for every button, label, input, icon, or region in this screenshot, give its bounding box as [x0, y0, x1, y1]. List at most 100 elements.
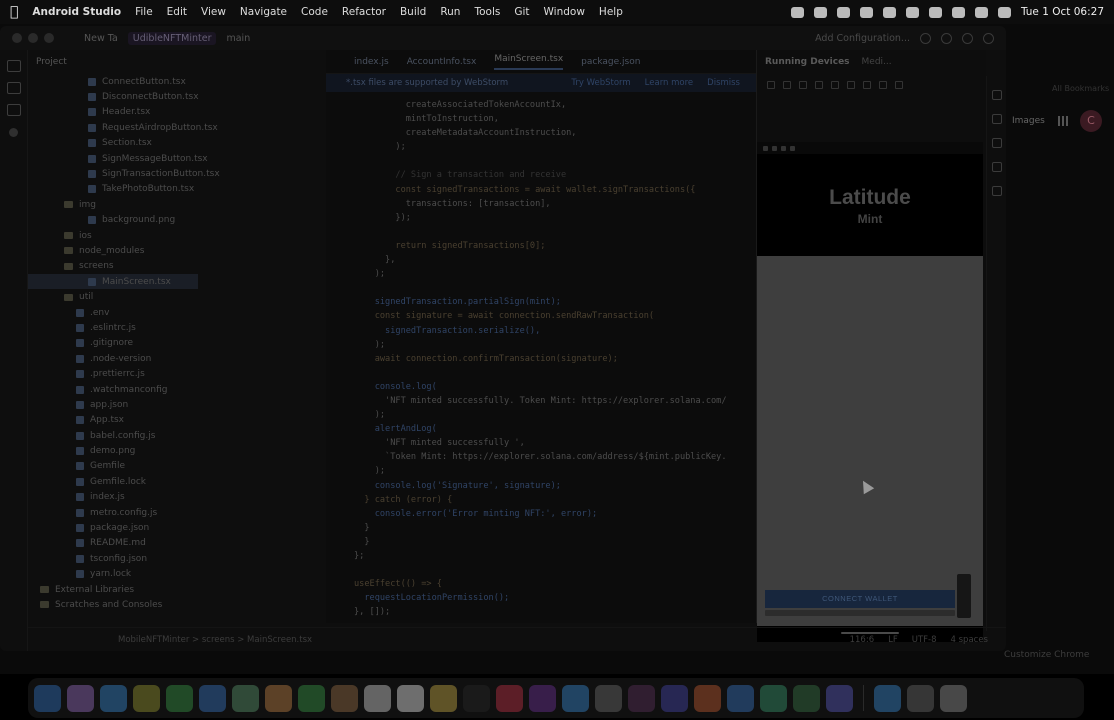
- power-icon[interactable]: [767, 81, 775, 89]
- dock-settings-icon[interactable]: [595, 684, 622, 712]
- dock-vpn-icon[interactable]: [727, 684, 754, 712]
- gradle-icon[interactable]: [991, 114, 1002, 124]
- tree-item[interactable]: TakePhotoButton.tsx: [28, 182, 318, 197]
- emulator-screen[interactable]: Latitude Mint CONNECT WALLET: [757, 142, 983, 642]
- zoom-window-button[interactable]: [44, 33, 54, 43]
- structure-tool-icon[interactable]: [6, 104, 21, 116]
- notifications-icon[interactable]: [991, 90, 1002, 100]
- code-line[interactable]: );: [326, 410, 756, 424]
- new-tab-label[interactable]: New Ta: [84, 33, 118, 44]
- dock-notes-icon[interactable]: [430, 684, 457, 712]
- try-webstorm-link[interactable]: Try WebStorm: [571, 78, 630, 88]
- menu-view[interactable]: View: [201, 6, 226, 18]
- code-line[interactable]: },: [326, 255, 756, 269]
- menu-code[interactable]: Code: [301, 6, 328, 18]
- tree-item[interactable]: tsconfig.json: [28, 551, 318, 566]
- code-line[interactable]: return signedTransactions[0];: [326, 241, 756, 255]
- tree-item[interactable]: ios: [28, 228, 318, 243]
- search-icon[interactable]: [951, 6, 965, 18]
- battery-icon[interactable]: [905, 6, 919, 18]
- dock-xcode-icon[interactable]: [874, 684, 901, 712]
- device-tab[interactable]: Medi...: [862, 57, 892, 67]
- wifi-icon[interactable]: [928, 6, 942, 18]
- line-separator[interactable]: LF: [888, 635, 898, 645]
- code-line[interactable]: const signedTransactions = await wallet.…: [326, 185, 756, 199]
- code-line[interactable]: createMetadataAccountInstruction,: [326, 128, 756, 142]
- tree-item[interactable]: .env: [28, 305, 318, 320]
- tree-item[interactable]: Gemfile: [28, 459, 318, 474]
- tree-item[interactable]: app.json: [28, 397, 318, 412]
- tree-item[interactable]: MainScreen.tsx: [28, 274, 198, 290]
- code-line[interactable]: );: [326, 340, 756, 354]
- project-panel-title[interactable]: Project: [28, 50, 318, 74]
- code-line[interactable]: [326, 227, 756, 241]
- dock-tv-icon[interactable]: [463, 684, 490, 712]
- tab-accountinfo[interactable]: AccountInfo.tsx: [407, 57, 477, 67]
- code-line[interactable]: });: [326, 213, 756, 227]
- dock-messages-icon[interactable]: [166, 684, 193, 712]
- dock-reminders-icon[interactable]: [397, 684, 424, 712]
- breadcrumb[interactable]: MobileNFTMinter > screens > MainScreen.t…: [118, 635, 312, 645]
- code-line[interactable]: const signature = await connection.sendR…: [326, 311, 756, 325]
- dock-photos-icon[interactable]: [265, 684, 292, 712]
- run-icon[interactable]: [920, 32, 931, 44]
- tree-item[interactable]: .gitignore: [28, 336, 318, 351]
- tree-item[interactable]: .eslintrc.js: [28, 320, 318, 335]
- tree-item[interactable]: Gemfile.lock: [28, 474, 318, 489]
- menu-window[interactable]: Window: [544, 6, 585, 18]
- more-tools-icon[interactable]: [9, 128, 18, 137]
- dock-safari-icon[interactable]: [100, 684, 127, 712]
- tree-item[interactable]: index.js: [28, 490, 318, 505]
- code-line[interactable]: alertAndLog(: [326, 424, 756, 438]
- avatar[interactable]: C: [1080, 110, 1102, 132]
- menu-refactor[interactable]: Refactor: [342, 6, 386, 18]
- dock-android-studio-icon[interactable]: [760, 684, 787, 712]
- connect-wallet-button[interactable]: CONNECT WALLET: [765, 590, 955, 608]
- cloud-icon[interactable]: [836, 6, 850, 18]
- tree-item[interactable]: babel.config.js: [28, 428, 318, 443]
- dock-facetime-icon[interactable]: [298, 684, 325, 712]
- code-line[interactable]: );: [326, 269, 756, 283]
- dock-brave-icon[interactable]: [694, 684, 721, 712]
- vpn-icon[interactable]: [859, 6, 873, 18]
- dismiss-link[interactable]: Dismiss: [707, 78, 740, 88]
- minimize-window-button[interactable]: [28, 33, 38, 43]
- dock-discord-icon[interactable]: [826, 684, 853, 712]
- code-line[interactable]: console.log(: [326, 382, 756, 396]
- tree-item[interactable]: SignTransactionButton.tsx: [28, 166, 318, 181]
- tree-item[interactable]: img: [28, 197, 318, 212]
- siri-icon[interactable]: [997, 6, 1011, 18]
- code-line[interactable]: );: [326, 142, 756, 156]
- code-line[interactable]: }: [326, 523, 756, 537]
- indent-setting[interactable]: 4 spaces: [951, 635, 988, 645]
- profile-icon[interactable]: [983, 32, 994, 44]
- emulator-zoom-controls[interactable]: [957, 574, 971, 618]
- more-icon[interactable]: [895, 81, 903, 89]
- commit-tool-icon[interactable]: [6, 82, 21, 94]
- tree-item[interactable]: .watchmanconfig: [28, 382, 318, 397]
- tree-item[interactable]: yarn.lock: [28, 567, 318, 582]
- menu-build[interactable]: Build: [400, 6, 426, 18]
- dock-slack-icon[interactable]: [628, 684, 655, 712]
- code-line[interactable]: console.log('Signature', signature);: [326, 481, 756, 495]
- dock-vim-icon[interactable]: [793, 684, 820, 712]
- code-line[interactable]: [326, 283, 756, 297]
- code-line[interactable]: // Sign a transaction and receive: [326, 170, 756, 184]
- code-line[interactable]: transactions: [transaction],: [326, 199, 756, 213]
- dock-chrome-icon[interactable]: [133, 684, 160, 712]
- code-line[interactable]: );: [326, 466, 756, 480]
- code-line[interactable]: [326, 565, 756, 579]
- controller-icon[interactable]: [882, 6, 896, 18]
- tree-item[interactable]: README.md: [28, 536, 318, 551]
- code-line[interactable]: await connection.confirmTransaction(sign…: [326, 354, 756, 368]
- tree-item[interactable]: DisconnectButton.tsx: [28, 89, 318, 104]
- dock-trash-icon[interactable]: [940, 684, 967, 712]
- running-devices-icon[interactable]: [991, 162, 1002, 172]
- menu-navigate[interactable]: Navigate: [240, 6, 287, 18]
- code-line[interactable]: console.error('Error minting NFT:', erro…: [326, 509, 756, 523]
- code-line[interactable]: }, []);: [326, 607, 756, 621]
- learn-more-link[interactable]: Learn more: [645, 78, 693, 88]
- code-line[interactable]: requestLocationPermission();: [326, 593, 756, 607]
- tree-item[interactable]: SignMessageButton.tsx: [28, 151, 318, 166]
- dock-podcasts-icon[interactable]: [529, 684, 556, 712]
